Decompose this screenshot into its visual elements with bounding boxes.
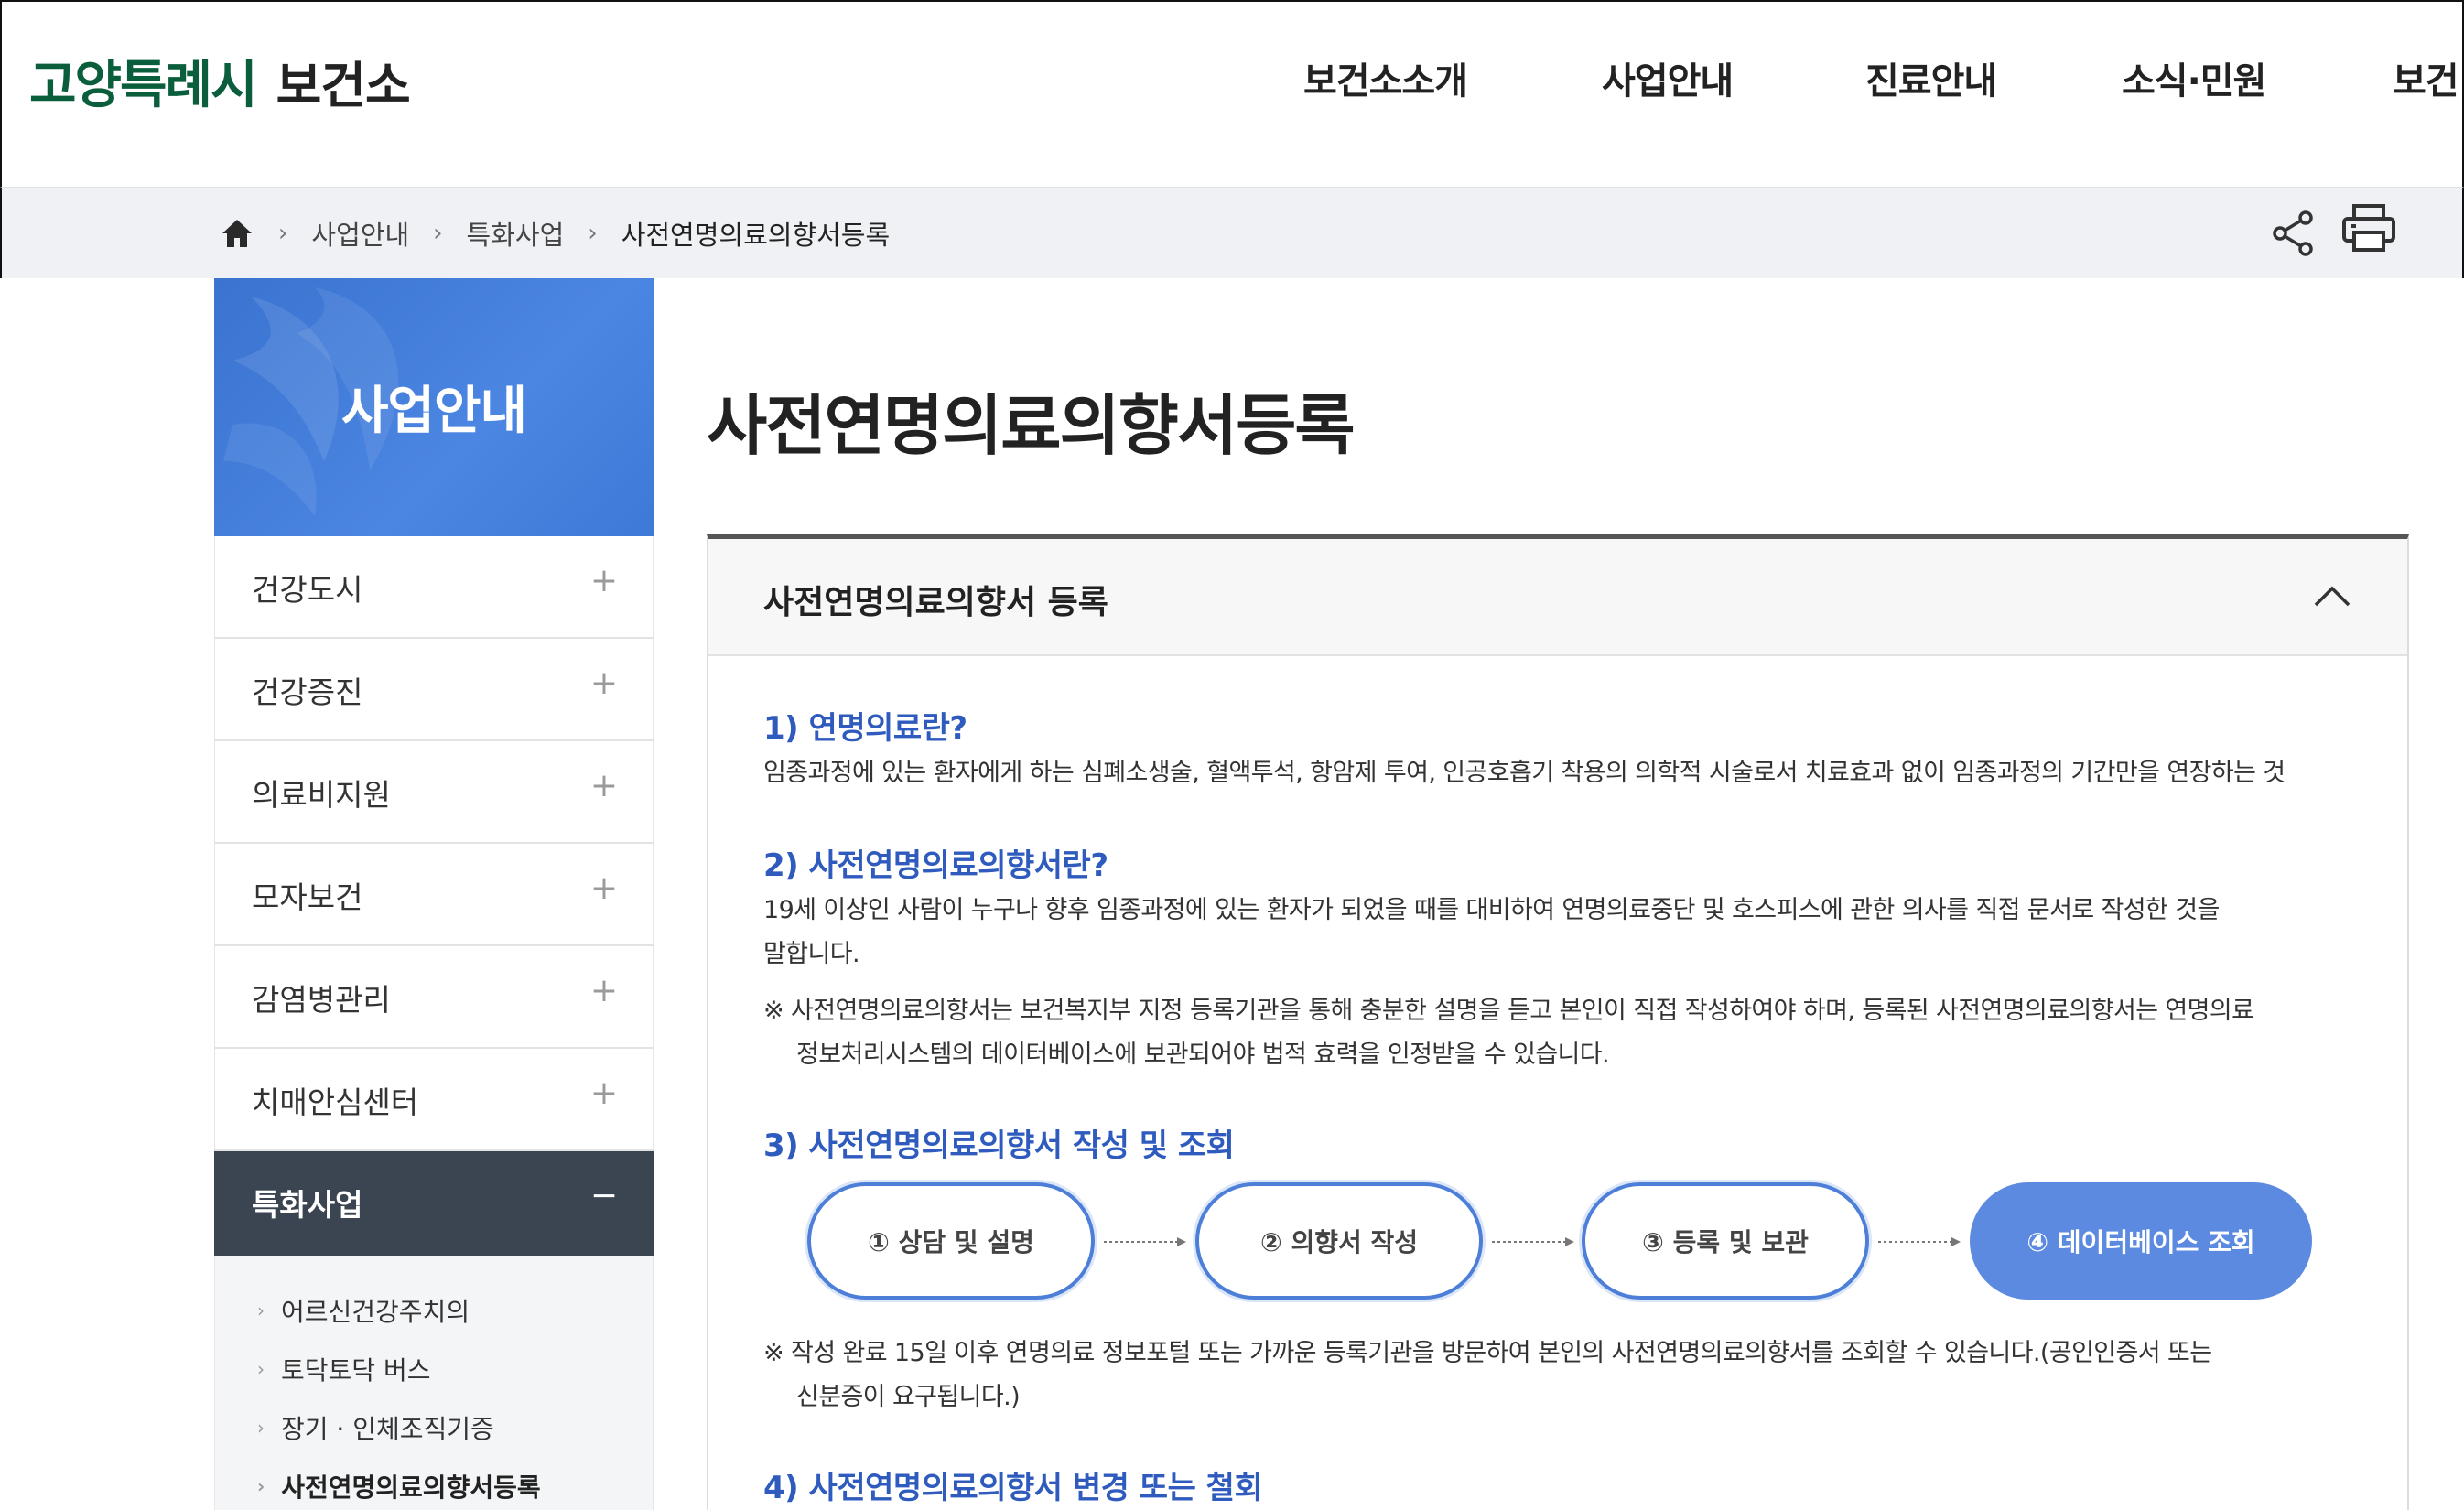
submenu-item-organ-donation[interactable]: › 장기 · 인체조직기증 — [257, 1409, 494, 1446]
section-text-2b: 말합니다. — [763, 940, 860, 968]
accordion-header[interactable]: 사전연명의료의향서 등록 — [708, 539, 2407, 656]
home-icon[interactable] — [220, 217, 254, 250]
gnb-item-clinic[interactable]: 진료안내 — [1865, 51, 1997, 104]
minus-icon[interactable]: − — [590, 1177, 618, 1214]
submenu-item-label: 장기 · 인체조직기증 — [281, 1414, 494, 1444]
submenu-item-label: 사전연명의료의향서등록 — [281, 1472, 541, 1503]
submenu-item-label: 어르신건강주치의 — [281, 1297, 470, 1327]
side-nav-item-medical-support[interactable]: 의료비지원 + — [214, 741, 654, 844]
logo-city: 고양특례시 — [29, 56, 258, 115]
process-step-4: ④ 데이터베이스 조회 — [1970, 1182, 2312, 1300]
plus-icon[interactable]: + — [590, 664, 618, 702]
submenu-item-label: 토닥토닥 버스 — [281, 1355, 431, 1386]
page-title: 사전연명의료의향서등록 — [707, 387, 1356, 464]
plus-icon[interactable]: + — [590, 869, 618, 907]
site-header: 고양특례시 보건소 보건소소개 사업안내 진료안내 소식·민원 보건 — [0, 0, 2464, 187]
side-nav-banner: 사업안내 — [214, 278, 654, 536]
chevron-right-icon: › — [433, 220, 443, 247]
breadcrumb: › 사업안내 › 특화사업 › 사전연명의료의향서등록 — [220, 213, 890, 253]
bullet-icon: › — [257, 1358, 265, 1380]
site-logo[interactable]: 고양특례시 보건소 — [29, 44, 411, 115]
section-text-2a: 19세 이상인 사람이 누구나 향후 임종과정에 있는 환자가 되었을 때를 대… — [763, 896, 2220, 924]
side-nav-item-label: 감염병관리 — [252, 982, 391, 1018]
side-nav-submenu: › 어르신건강주치의 › 토닥토닥 버스 › 장기 · 인체조직기증 › 사전연명의료의… — [214, 1256, 654, 1510]
gnb-item-intro[interactable]: 보건소소개 — [1303, 51, 1468, 104]
side-nav-item-label: 건강도시 — [252, 572, 363, 608]
plus-icon[interactable]: + — [590, 767, 618, 804]
breadcrumb-item-current: 사전연명의료의향서등록 — [621, 220, 891, 251]
logo-org: 보건소 — [276, 57, 411, 114]
side-nav-item-label: 건강증진 — [252, 674, 363, 710]
print-icon[interactable] — [2341, 203, 2396, 253]
side-nav-item-label: 특화사업 — [252, 1187, 363, 1223]
process-step-3: ③ 등록 및 보관 — [1582, 1182, 1869, 1300]
gnb-item-news[interactable]: 소식·민원 — [2122, 51, 2266, 104]
arrow-right-icon — [1104, 1237, 1186, 1246]
section-heading-3: 3) 사전연명의료의향서 작성 및 조회 — [763, 1127, 1235, 1164]
bullet-icon: › — [257, 1300, 265, 1321]
section-note-2a: ※ 사전연명의료의향서는 보건복지부 지정 등록기관을 통해 충분한 설명을 듣… — [763, 997, 2254, 1025]
section-note-3b: 신분증이 요구됩니다.) — [796, 1383, 1021, 1411]
section-heading-4: 4) 사전연명의료의향서 변경 또는 철회 — [763, 1470, 1263, 1506]
side-nav: 사업안내 건강도시 + 건강증진 + 의료비지원 + 모자보건 + 감염병관리 … — [214, 278, 654, 1510]
submenu-item-advance-directive[interactable]: › 사전연명의료의향서등록 — [257, 1468, 541, 1505]
plus-icon[interactable]: + — [590, 972, 618, 1009]
side-nav-item-label: 치매안심센터 — [252, 1084, 419, 1120]
gnb-item-health[interactable]: 보건 — [2393, 51, 2459, 104]
breadcrumb-item-business[interactable]: 사업안내 — [311, 214, 409, 253]
side-nav-item-health-promotion[interactable]: 건강증진 + — [214, 639, 654, 741]
breadcrumb-item-special[interactable]: 특화사업 — [467, 214, 565, 253]
accordion-title: 사전연명의료의향서 등록 — [763, 584, 1108, 621]
arrow-right-icon — [1878, 1237, 1961, 1246]
side-nav-item-healthy-city[interactable]: 건강도시 + — [214, 536, 654, 639]
process-step-2: ② 의향서 작성 — [1195, 1182, 1483, 1300]
arrow-right-icon — [1492, 1237, 1574, 1246]
bullet-icon: › — [257, 1475, 265, 1497]
section-text-1: 임종과정에 있는 환자에게 하는 심폐소생술, 혈액투석, 항암제 투여, 인공… — [763, 759, 2286, 787]
submenu-item-todak-bus[interactable]: › 토닥토닥 버스 — [257, 1351, 430, 1387]
chevron-right-icon: › — [588, 220, 598, 247]
section-heading-2: 2) 사전연명의료의향서란? — [763, 847, 1108, 884]
chevron-up-icon[interactable] — [2310, 574, 2354, 618]
breadcrumb-bar: › 사업안내 › 특화사업 › 사전연명의료의향서등록 — [0, 187, 2464, 278]
plus-icon[interactable]: + — [590, 562, 618, 599]
plus-icon[interactable]: + — [590, 1074, 618, 1112]
section-heading-1: 1) 연명의료란? — [763, 710, 967, 747]
side-nav-item-special-projects[interactable]: 특화사업 − — [214, 1151, 654, 1256]
gnb-item-business[interactable]: 사업안내 — [1602, 51, 1734, 104]
chevron-right-icon: › — [278, 220, 288, 247]
side-nav-item-maternal-health[interactable]: 모자보건 + — [214, 844, 654, 946]
side-nav-item-label: 모자보건 — [252, 879, 363, 915]
side-nav-item-label: 의료비지원 — [252, 777, 391, 813]
section-note-3a: ※ 작성 완료 15일 이후 연명의료 정보포털 또는 가까운 등록기관을 방문… — [763, 1339, 2212, 1367]
process-step-1: ① 상담 및 설명 — [807, 1182, 1095, 1300]
section-note-2b: 정보처리시스템의 데이터베이스에 보관되어야 법적 효력을 인정받을 수 있습니… — [796, 1041, 1610, 1069]
submenu-item-elderly-doctor[interactable]: › 어르신건강주치의 — [257, 1292, 470, 1329]
bullet-icon: › — [257, 1417, 265, 1439]
side-nav-title: 사업안내 — [340, 382, 527, 441]
side-nav-item-dementia-center[interactable]: 치매안심센터 + — [214, 1049, 654, 1151]
side-nav-item-infectious-disease[interactable]: 감염병관리 + — [214, 946, 654, 1049]
share-icon[interactable] — [2270, 210, 2318, 257]
